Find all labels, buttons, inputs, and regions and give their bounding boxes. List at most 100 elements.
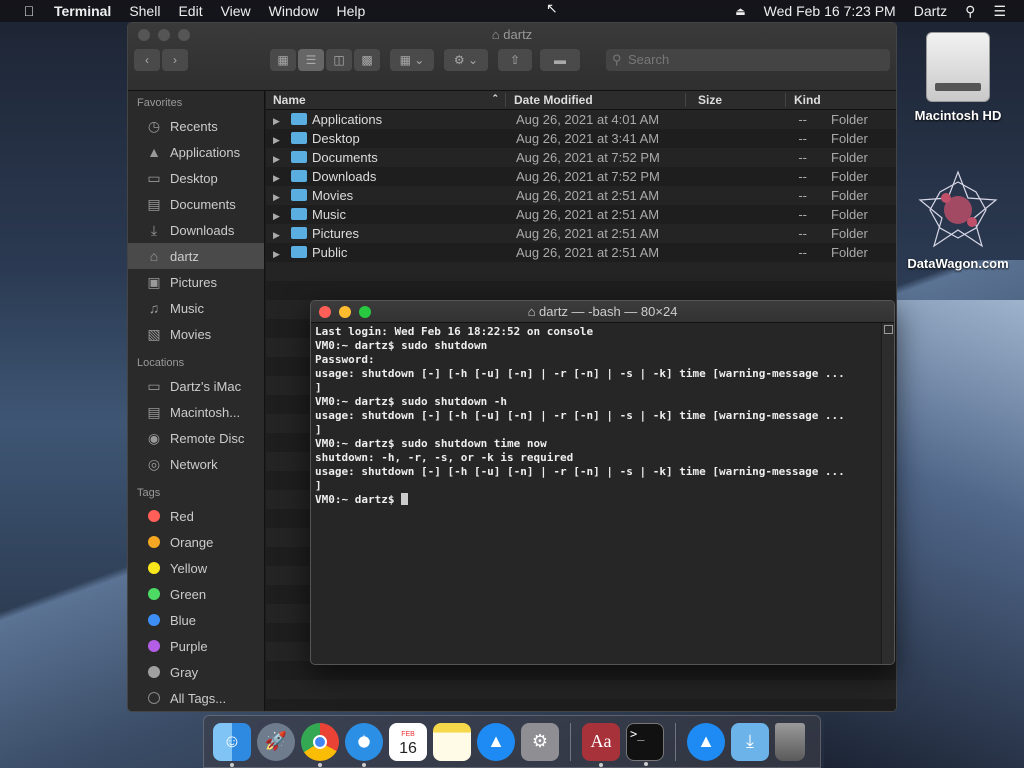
- sidebar-tag-yellow[interactable]: Yellow: [128, 555, 264, 581]
- sidebar-item-music[interactable]: ♫ Music: [128, 295, 264, 321]
- menu-view[interactable]: View: [221, 3, 251, 19]
- sidebar-header-locations: Locations: [137, 357, 185, 369]
- desktop-icon-macintosh-hd[interactable]: Macintosh HD: [903, 32, 1013, 123]
- trash-icon[interactable]: [775, 722, 805, 761]
- sidebar-tag-orange[interactable]: Orange: [128, 529, 264, 555]
- launchpad-icon[interactable]: 🚀: [257, 722, 295, 761]
- running-indicator: [362, 762, 366, 767]
- yellow-tag-icon: [148, 562, 160, 574]
- dictionary-icon[interactable]: Aa: [582, 722, 620, 767]
- terminal-icon-label: >_: [630, 726, 645, 741]
- file-name: Documents: [312, 150, 378, 165]
- back-button[interactable]: ‹: [134, 49, 160, 71]
- sidebar-item-remote-disc[interactable]: ◉ Remote Disc: [128, 425, 264, 451]
- calendar-icon[interactable]: FEB 16: [389, 722, 427, 761]
- scroll-toggle-icon[interactable]: [883, 325, 893, 334]
- cell-kind: Folder: [831, 131, 868, 146]
- disclosure-triangle-icon[interactable]: ▶: [273, 230, 291, 241]
- disclosure-triangle-icon[interactable]: ▶: [273, 211, 291, 222]
- notes-icon[interactable]: [433, 722, 471, 761]
- app-store-download-icon[interactable]: ▲: [687, 722, 725, 761]
- spotlight-search-icon[interactable]: ⚲: [965, 3, 975, 20]
- sidebar-tag-red[interactable]: Red: [128, 503, 264, 529]
- table-row[interactable]: ▶ Applications Aug 26, 2021 at 4:01 AM -- Fo…: [266, 110, 896, 129]
- disclosure-triangle-icon[interactable]: ▶: [273, 192, 291, 203]
- sidebar-item-pictures[interactable]: ▣ Pictures: [128, 269, 264, 295]
- search-field[interactable]: ⚲ Search: [606, 49, 890, 71]
- column-view-button[interactable]: ◫: [326, 49, 352, 71]
- disclosure-triangle-icon[interactable]: ▶: [273, 154, 291, 165]
- gallery-view-button[interactable]: ▩: [354, 49, 380, 71]
- sidebar-item-movies[interactable]: ▧ Movies: [128, 321, 264, 347]
- terminal-icon[interactable]: >_: [626, 722, 664, 766]
- sidebar-tag-blue[interactable]: Blue: [128, 607, 264, 633]
- eject-icon[interactable]: ⏏: [735, 5, 745, 18]
- menu-window[interactable]: Window: [269, 3, 319, 19]
- disclosure-triangle-icon[interactable]: ▶: [273, 135, 291, 146]
- chrome-icon[interactable]: [301, 722, 339, 767]
- system-preferences-icon[interactable]: ⚙: [521, 722, 559, 761]
- menu-app-name[interactable]: Terminal: [54, 3, 111, 19]
- sidebar-item-label: All Tags...: [170, 690, 227, 706]
- icon-view-button[interactable]: ▦: [270, 49, 296, 71]
- action-gear-icon[interactable]: ⚙ ⌄: [444, 49, 488, 71]
- app-store-icon[interactable]: ▲: [477, 722, 515, 761]
- file-name: Movies: [312, 188, 354, 203]
- share-icon[interactable]: ⇧: [498, 49, 532, 71]
- music-note-icon: ♫: [148, 300, 160, 316]
- terminal-scrollbar[interactable]: [881, 323, 894, 664]
- menu-shell[interactable]: Shell: [129, 3, 160, 19]
- sidebar-item-network[interactable]: ◎ Network: [128, 451, 264, 477]
- sidebar-item-imac[interactable]: ▭ Dartz's iMac: [128, 373, 264, 399]
- desktop-icon-datawagon[interactable]: DataWagon.com: [903, 168, 1013, 271]
- sidebar-all-tags[interactable]: All Tags...: [128, 685, 264, 711]
- sidebar-tag-gray[interactable]: Gray: [128, 659, 264, 685]
- sidebar-item-desktop[interactable]: ▭ Desktop: [128, 165, 264, 191]
- table-row[interactable]: ▶ Downloads Aug 26, 2021 at 7:52 PM -- Folde…: [266, 167, 896, 186]
- file-name: Pictures: [312, 226, 359, 241]
- file-name: Music: [312, 207, 346, 222]
- table-row[interactable]: ▶ Movies Aug 26, 2021 at 2:51 AM -- Folder: [266, 186, 896, 205]
- terminal-output[interactable]: Last login: Wed Feb 16 18:22:52 on conso…: [315, 325, 880, 664]
- disclosure-triangle-icon[interactable]: ▶: [273, 173, 291, 184]
- table-row[interactable]: ▶ Music Aug 26, 2021 at 2:51 AM -- Folder: [266, 205, 896, 224]
- apple-menu-icon[interactable]: : [18, 3, 40, 19]
- sidebar-item-recents[interactable]: ◷ Recents: [128, 113, 264, 139]
- sidebar-tag-purple[interactable]: Purple: [128, 633, 264, 659]
- tag-icon[interactable]: ▬: [540, 49, 580, 71]
- safari-icon[interactable]: ✦: [345, 722, 383, 767]
- table-row[interactable]: ▶ Public Aug 26, 2021 at 2:51 AM -- Folder: [266, 243, 896, 262]
- table-row[interactable]: ▶ Documents Aug 26, 2021 at 7:52 PM -- Folde…: [266, 148, 896, 167]
- downloads-folder-icon[interactable]: ⤓: [731, 722, 769, 761]
- list-view-button[interactable]: ☰: [298, 49, 324, 71]
- column-header-kind[interactable]: Kind: [786, 93, 821, 107]
- cell-kind: Folder: [831, 226, 868, 241]
- dock: ☺ 🚀 ✦ FEB 16 ▲ ⚙ Aa >_ ▲ ⤓: [203, 715, 821, 768]
- disclosure-triangle-icon[interactable]: ▶: [273, 116, 291, 127]
- sidebar-tag-green[interactable]: Green: [128, 581, 264, 607]
- column-header-name[interactable]: Name ⌃: [266, 93, 506, 107]
- computer-icon: ▭: [147, 377, 161, 394]
- menu-edit[interactable]: Edit: [178, 3, 202, 19]
- menu-clock[interactable]: Wed Feb 16 7:23 PM: [764, 3, 896, 19]
- sidebar-item-label: Pictures: [170, 274, 217, 290]
- sidebar-item-dartz[interactable]: ⌂ dartz: [128, 243, 264, 269]
- menu-user[interactable]: Dartz: [914, 3, 947, 19]
- table-row[interactable]: ▶ Desktop Aug 26, 2021 at 3:41 AM -- Folder: [266, 129, 896, 148]
- sidebar-item-applications[interactable]: ▲ Applications: [128, 139, 264, 165]
- group-by-button[interactable]: ▦ ⌄: [390, 49, 434, 71]
- menu-help[interactable]: Help: [336, 3, 365, 19]
- disclosure-triangle-icon[interactable]: ▶: [273, 249, 291, 260]
- forward-button[interactable]: ›: [162, 49, 188, 71]
- cell-date: Aug 26, 2021 at 2:51 AM: [516, 245, 660, 260]
- column-header-size[interactable]: Size: [686, 93, 786, 107]
- table-row[interactable]: ▶ Pictures Aug 26, 2021 at 2:51 AM -- Folder: [266, 224, 896, 243]
- column-header-date[interactable]: Date Modified: [506, 93, 686, 107]
- notification-center-icon[interactable]: ☰: [993, 3, 1006, 20]
- sidebar-item-label: Gray: [170, 664, 199, 680]
- sidebar-item-documents[interactable]: ▤ Documents: [128, 191, 264, 217]
- finder-icon[interactable]: ☺: [213, 722, 251, 767]
- terminal-line: ]: [315, 381, 322, 394]
- sidebar-item-downloads[interactable]: ⤓ Downloads: [128, 217, 264, 243]
- sidebar-item-macintosh-hd[interactable]: ▤ Macintosh...: [128, 399, 264, 425]
